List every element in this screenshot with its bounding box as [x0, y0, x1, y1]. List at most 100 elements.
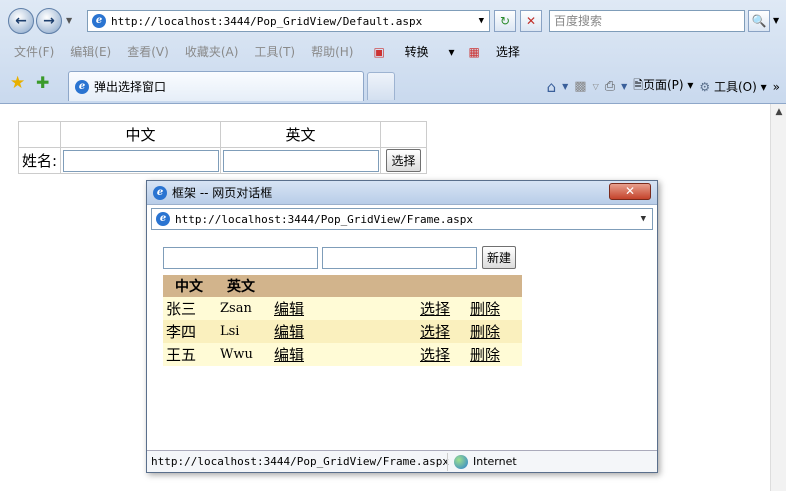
forward-button[interactable]: → — [36, 8, 62, 34]
data-grid: 中文 英文 张三 Zsan 编辑 选择 删除 李四 Lsi 编辑 选择 删除 王… — [163, 275, 522, 366]
grid-header-edit — [271, 275, 417, 297]
grid-header-chinese: 中文 — [163, 275, 217, 297]
select-link[interactable]: 选择 — [420, 346, 450, 364]
select-button[interactable]: 选择 — [386, 149, 421, 172]
globe-icon — [454, 454, 468, 469]
add-favorite-icon[interactable]: ✚ — [36, 73, 49, 92]
print-icon[interactable]: ⎙ — [605, 79, 615, 94]
select-link[interactable]: 选择 — [420, 300, 450, 318]
dialog-titlebar[interactable]: e 框架 -- 网页对话框 — [147, 181, 657, 205]
menu-favorites[interactable]: 收藏夹(A) — [185, 43, 239, 60]
header-english: 英文 — [220, 121, 381, 148]
search-button[interactable]: 🔍 — [748, 10, 770, 32]
tab-bar: ★ ✚ e 弹出选择窗口 ⌂ ▼ ▩ ▽ ⎙ ▼ 🗎页面(P) ▾ ⚙ 工具(O… — [0, 68, 786, 102]
page-menu-button[interactable]: 🗎页面(P) ▾ — [633, 76, 693, 97]
edit-link[interactable]: 编辑 — [274, 346, 304, 364]
cell-english: Wwu — [217, 343, 271, 366]
menu-view[interactable]: 查看(V) — [127, 43, 169, 60]
table-row: 王五 Wwu 编辑 选择 删除 — [163, 343, 522, 366]
grid-header-select — [417, 275, 467, 297]
dialog-address-bar[interactable]: e http://localhost:3444/Pop_GridView/Fra… — [151, 208, 653, 230]
tab-title: 弹出选择窗口 — [94, 80, 167, 94]
cell-edit: 编辑 — [271, 297, 417, 320]
ie-page-icon: e — [92, 14, 106, 28]
grid-header-delete — [467, 275, 522, 297]
name-form-table: 中文 英文 姓名: 选择 — [18, 121, 427, 174]
dialog-ie-icon: e — [153, 185, 167, 200]
home-dropdown-icon[interactable]: ▼ — [562, 82, 568, 91]
tab-popup-select[interactable]: e 弹出选择窗口 — [68, 71, 364, 101]
stop-button[interactable]: ✕ — [520, 10, 542, 32]
cell-delete: 删除 — [467, 320, 522, 343]
header-chinese: 中文 — [60, 121, 221, 148]
address-dropdown-icon[interactable]: ▼ — [479, 16, 484, 26]
select-icon: ▦ — [468, 44, 480, 59]
new-button[interactable]: 新建 — [482, 246, 517, 269]
search-input[interactable]: 百度搜索 — [549, 10, 745, 32]
dialog-address-dropdown-icon[interactable]: ▼ — [641, 214, 646, 224]
new-tab-button[interactable] — [367, 72, 395, 100]
name-label: 姓名: — [18, 147, 61, 174]
tools-menu-label: 工具(O) — [714, 80, 757, 94]
delete-link[interactable]: 删除 — [470, 346, 500, 364]
english-name-input[interactable] — [222, 149, 379, 172]
select-toolbar-label: 选择 — [495, 44, 520, 59]
chevron-more-icon[interactable]: » — [773, 80, 780, 94]
cell-select: 选择 — [417, 320, 467, 343]
grid-header-english: 英文 — [217, 275, 271, 297]
refresh-button[interactable]: ↻ — [494, 10, 516, 32]
cell-select: 选择 — [417, 297, 467, 320]
address-bar[interactable]: e http://localhost:3444/Pop_GridView/Def… — [87, 10, 490, 32]
menu-tools[interactable]: 工具(T) — [254, 43, 295, 60]
dialog-english-input[interactable] — [322, 247, 477, 269]
feeds-icon[interactable]: ▩ — [574, 79, 586, 94]
security-zone[interactable]: Internet — [447, 452, 517, 471]
page-icon: 🗎 — [633, 78, 643, 92]
page-scrollbar[interactable]: ▲ — [770, 104, 786, 491]
history-dropdown-icon[interactable]: ▼ — [66, 16, 72, 25]
menu-file[interactable]: 文件(F) — [14, 43, 54, 60]
dialog-title: 框架 -- 网页对话框 — [172, 186, 273, 200]
dialog-address-ie-icon: e — [156, 212, 170, 226]
convert-label: 转换 — [404, 44, 429, 59]
select-toolbar-button[interactable]: ▦ 选择 — [469, 43, 536, 60]
dialog-chinese-input[interactable] — [163, 247, 318, 269]
menu-edit[interactable]: 编辑(E) — [70, 43, 111, 60]
cell-delete: 删除 — [467, 297, 522, 320]
cell-edit: 编辑 — [271, 320, 417, 343]
edit-link[interactable]: 编辑 — [274, 300, 304, 318]
address-text: http://localhost:3444/Pop_GridView/Defau… — [111, 14, 423, 28]
feeds-dropdown-icon[interactable]: ▽ — [593, 82, 599, 91]
page-menu-label: 页面(P) — [642, 78, 684, 92]
chinese-name-input[interactable] — [62, 149, 219, 172]
scroll-up-icon[interactable]: ▲ — [771, 104, 786, 120]
browser-chrome: ← → ▼ e http://localhost:3444/Pop_GridVi… — [0, 0, 786, 104]
table-row: 李四 Lsi 编辑 选择 删除 — [163, 320, 522, 343]
header-empty-cell — [18, 121, 61, 148]
search-options-icon[interactable]: ▼ — [773, 16, 779, 25]
menu-help[interactable]: 帮助(H) — [311, 43, 353, 60]
tab-ie-icon: e — [75, 79, 89, 94]
delete-link[interactable]: 删除 — [470, 300, 500, 318]
edit-link[interactable]: 编辑 — [274, 323, 304, 341]
delete-link[interactable]: 删除 — [470, 323, 500, 341]
tools-menu-button[interactable]: ⚙ 工具(O) ▾ — [699, 78, 766, 95]
favorites-star-icon[interactable]: ★ — [10, 73, 25, 93]
command-bar: ⌂ ▼ ▩ ▽ ⎙ ▼ 🗎页面(P) ▾ ⚙ 工具(O) ▾ » — [547, 76, 780, 97]
convert-button[interactable]: ▣ 转换 ▾ — [373, 43, 454, 60]
home-icon[interactable]: ⌂ — [547, 78, 557, 96]
cell-english: Zsan — [217, 297, 271, 320]
cell-chinese: 李四 — [163, 320, 217, 343]
dialog-address-text: http://localhost:3444/Pop_GridView/Frame… — [175, 212, 474, 226]
cell-chinese: 王五 — [163, 343, 217, 366]
status-url: http://localhost:3444/Pop_GridView/Frame… — [151, 455, 450, 468]
back-button[interactable]: ← — [8, 8, 34, 34]
table-row: 张三 Zsan 编辑 选择 删除 — [163, 297, 522, 320]
print-dropdown-icon[interactable]: ▼ — [621, 82, 627, 91]
cell-edit: 编辑 — [271, 343, 417, 366]
dialog-close-button[interactable]: ✕ — [609, 183, 651, 200]
frame-dialog: e 框架 -- 网页对话框 ✕ e http://localhost:3444/… — [146, 180, 658, 473]
gear-icon: ⚙ — [699, 80, 711, 94]
cell-select: 选择 — [417, 343, 467, 366]
select-link[interactable]: 选择 — [420, 323, 450, 341]
